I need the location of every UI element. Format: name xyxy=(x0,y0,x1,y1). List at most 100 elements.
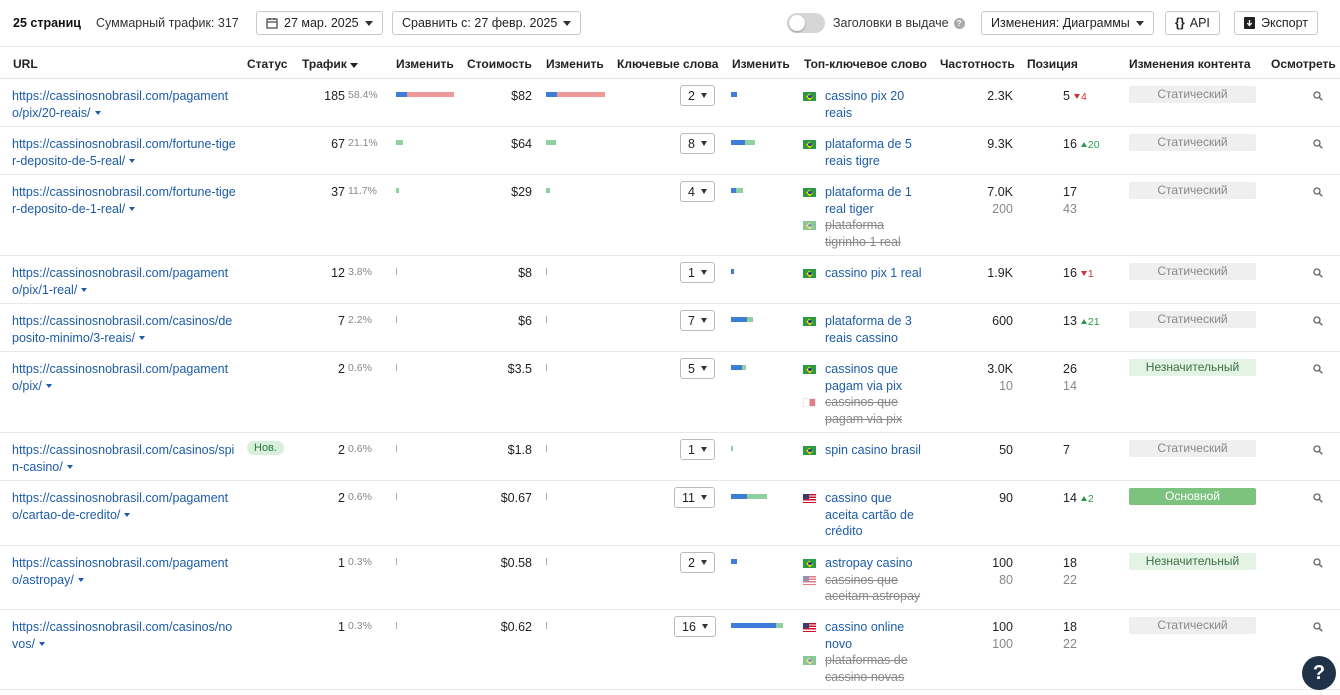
traffic-change-tick xyxy=(396,364,397,371)
col-traffic-change[interactable]: Изменить xyxy=(396,57,454,71)
chevron-down-icon[interactable] xyxy=(94,111,101,116)
url-link[interactable]: https://cassinosnobrasil.com/fortune-tig… xyxy=(12,184,237,217)
keyword-item[interactable]: cassino pix 20 reais xyxy=(803,88,928,121)
url-link[interactable]: https://cassinosnobrasil.com/pagamento/a… xyxy=(12,555,237,588)
chevron-down-icon[interactable] xyxy=(77,578,84,583)
keyword-item[interactable]: spin casino brasil xyxy=(803,442,928,459)
url-link[interactable]: https://cassinosnobrasil.com/casinos/spi… xyxy=(12,442,237,475)
url-link[interactable]: https://cassinosnobrasil.com/pagamento/p… xyxy=(12,88,237,121)
table-row: https://cassinosnobrasil.com/pagamento/a… xyxy=(0,546,1340,610)
export-button[interactable]: Экспорт xyxy=(1234,11,1318,35)
traffic-change-tick xyxy=(396,558,397,565)
help-button[interactable]: ? xyxy=(1302,656,1336,690)
traffic-value: 185 xyxy=(324,89,345,103)
col-traffic[interactable]: Трафик xyxy=(302,57,358,71)
search-icon[interactable] xyxy=(1313,364,1323,374)
volume-value: 3.0K 10 xyxy=(987,362,1013,393)
url-link[interactable]: https://cassinosnobrasil.com/pagamento/p… xyxy=(12,265,237,298)
keywords-dropdown[interactable]: 7 xyxy=(680,310,715,331)
search-icon[interactable] xyxy=(1313,622,1323,632)
col-content-changes[interactable]: Изменения контента xyxy=(1129,57,1251,71)
url-link[interactable]: https://cassinosnobrasil.com/casinos/nov… xyxy=(12,619,237,652)
search-icon[interactable] xyxy=(1313,139,1323,149)
content-change-badge: Статический xyxy=(1129,182,1256,199)
keywords-dropdown[interactable]: 1 xyxy=(680,262,715,283)
keyword-item[interactable]: cassino online novo xyxy=(803,619,928,652)
keyword-item: plataforma tigrinho 1 real xyxy=(803,217,928,250)
traffic-percent: 0.3% xyxy=(348,556,372,568)
traffic-change-bar xyxy=(396,92,407,97)
col-url[interactable]: URL xyxy=(13,57,38,71)
cost-value: $8 xyxy=(518,266,532,280)
keywords-change-bar xyxy=(745,140,755,145)
traffic-percent: 0.6% xyxy=(348,491,372,503)
serp-titles-label: Заголовки в выдаче? xyxy=(833,11,965,35)
search-icon[interactable] xyxy=(1313,187,1323,197)
chevron-down-icon[interactable] xyxy=(81,288,88,293)
arrow-up-icon xyxy=(1080,496,1087,501)
content-change-badge: Статический xyxy=(1129,311,1256,328)
keyword-item[interactable]: plataforma de 5 reais tigre xyxy=(803,136,928,169)
chevron-down-icon[interactable] xyxy=(124,513,131,518)
col-position[interactable]: Позиция xyxy=(1027,57,1078,71)
search-icon[interactable] xyxy=(1313,558,1323,568)
col-cost-change[interactable]: Изменить xyxy=(546,57,604,71)
keywords-dropdown[interactable]: 1 xyxy=(680,439,715,460)
help-icon[interactable]: ? xyxy=(953,17,965,29)
keywords-dropdown[interactable]: 2 xyxy=(680,85,715,106)
keyword-item[interactable]: plataforma de 3 reais cassino xyxy=(803,313,928,346)
api-button[interactable]: {} API xyxy=(1165,11,1220,35)
position-change: 21 xyxy=(1080,316,1100,328)
chevron-down-icon[interactable] xyxy=(45,384,52,389)
keywords-dropdown[interactable]: 5 xyxy=(680,358,715,379)
keywords-dropdown[interactable]: 11 xyxy=(674,487,715,508)
cost-change-tick xyxy=(546,268,547,275)
keyword-item: cassinos que pagam via pix xyxy=(803,394,928,427)
col-volume[interactable]: Частотность xyxy=(940,57,1015,71)
chevron-down-icon[interactable] xyxy=(66,465,73,470)
cost-value: $0.62 xyxy=(500,620,532,634)
search-icon[interactable] xyxy=(1313,91,1323,101)
chevron-down-icon[interactable] xyxy=(129,207,136,212)
keywords-dropdown[interactable]: 2 xyxy=(680,552,715,573)
url-link[interactable]: https://cassinosnobrasil.com/fortune-tig… xyxy=(12,136,237,169)
chevron-down-icon[interactable] xyxy=(129,159,136,164)
col-status[interactable]: Статус xyxy=(247,57,287,71)
keyword-item[interactable]: cassino que aceita cartão de crédito xyxy=(803,490,928,540)
url-link[interactable]: https://cassinosnobrasil.com/pagamento/p… xyxy=(12,361,237,394)
search-icon[interactable] xyxy=(1313,316,1323,326)
keyword-item[interactable]: plataforma de 1 real tiger xyxy=(803,184,928,217)
keywords-dropdown[interactable]: 16 xyxy=(674,616,716,637)
table-row: https://cassinosnobrasil.com/pagamento/p… xyxy=(0,352,1340,433)
url-link[interactable]: https://cassinosnobrasil.com/casinos/dep… xyxy=(12,313,237,346)
changes-dropdown[interactable]: Изменения: Диаграммы xyxy=(981,11,1154,35)
url-link[interactable]: https://cassinosnobrasil.com/pagamento/c… xyxy=(12,490,237,523)
search-icon[interactable] xyxy=(1313,268,1323,278)
compare-date-button[interactable]: Сравнить с: 27 февр. 2025 xyxy=(392,11,582,35)
search-icon[interactable] xyxy=(1313,445,1323,455)
content-change-badge: Основной xyxy=(1129,488,1256,505)
col-top-keyword[interactable]: Топ-ключевое слово xyxy=(804,57,927,71)
col-keywords-change[interactable]: Изменить xyxy=(732,57,790,71)
keyword-item[interactable]: cassino pix 1 real xyxy=(803,265,928,282)
keyword-item[interactable]: cassinos que pagam via pix xyxy=(803,361,928,394)
arrow-up-icon xyxy=(1080,319,1087,324)
date-picker-button[interactable]: 27 мар. 2025 xyxy=(256,11,383,35)
cost-value: $0.67 xyxy=(500,491,532,505)
flag-us-icon xyxy=(803,623,816,632)
chevron-down-icon[interactable] xyxy=(38,642,45,647)
col-inspect[interactable]: Осмотреть xyxy=(1271,57,1336,71)
position-value: 7 xyxy=(1063,443,1070,457)
serp-titles-toggle[interactable] xyxy=(787,11,825,35)
keywords-dropdown[interactable]: 8 xyxy=(680,133,715,154)
col-keywords[interactable]: Ключевые слова xyxy=(617,57,718,71)
chevron-down-icon xyxy=(700,141,707,146)
keyword-item[interactable]: astropay casino xyxy=(803,555,928,572)
status-badge: Нов. xyxy=(247,441,284,455)
keywords-dropdown[interactable]: 4 xyxy=(680,181,715,202)
col-cost[interactable]: Стоимость xyxy=(467,57,532,71)
traffic-percent: 11.7% xyxy=(348,185,377,197)
search-icon[interactable] xyxy=(1313,493,1323,503)
traffic-change-bar xyxy=(396,140,403,145)
chevron-down-icon[interactable] xyxy=(138,336,145,341)
